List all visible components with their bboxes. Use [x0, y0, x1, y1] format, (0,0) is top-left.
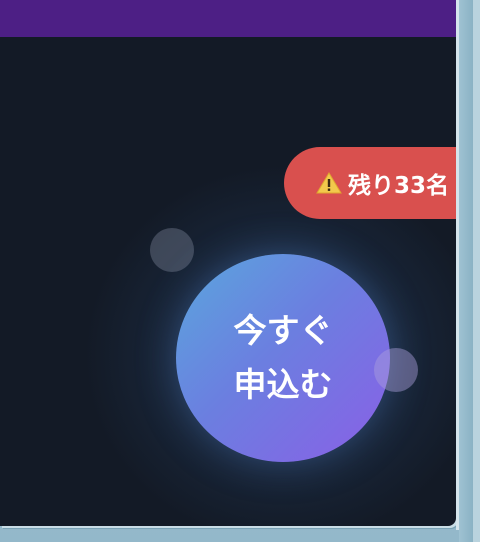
decorative-bubble — [374, 348, 418, 392]
window-edge-highlight — [456, 0, 459, 530]
header-bar — [0, 0, 456, 37]
decorative-bubble — [150, 228, 194, 272]
window-border — [459, 0, 473, 542]
warning-icon — [316, 171, 342, 195]
apply-now-button[interactable]: 今すぐ 申込む — [176, 254, 390, 462]
apply-button-label-line2: 申込む — [233, 365, 333, 404]
window-border-outer — [473, 0, 480, 542]
app-window: 今すぐ 申込む 残り33名 — [0, 0, 456, 526]
apply-button-label-line1: 今すぐ — [233, 311, 333, 350]
remaining-seats-badge: 残り33名 — [284, 147, 456, 219]
remaining-seats-text: 残り33名 — [348, 173, 450, 199]
